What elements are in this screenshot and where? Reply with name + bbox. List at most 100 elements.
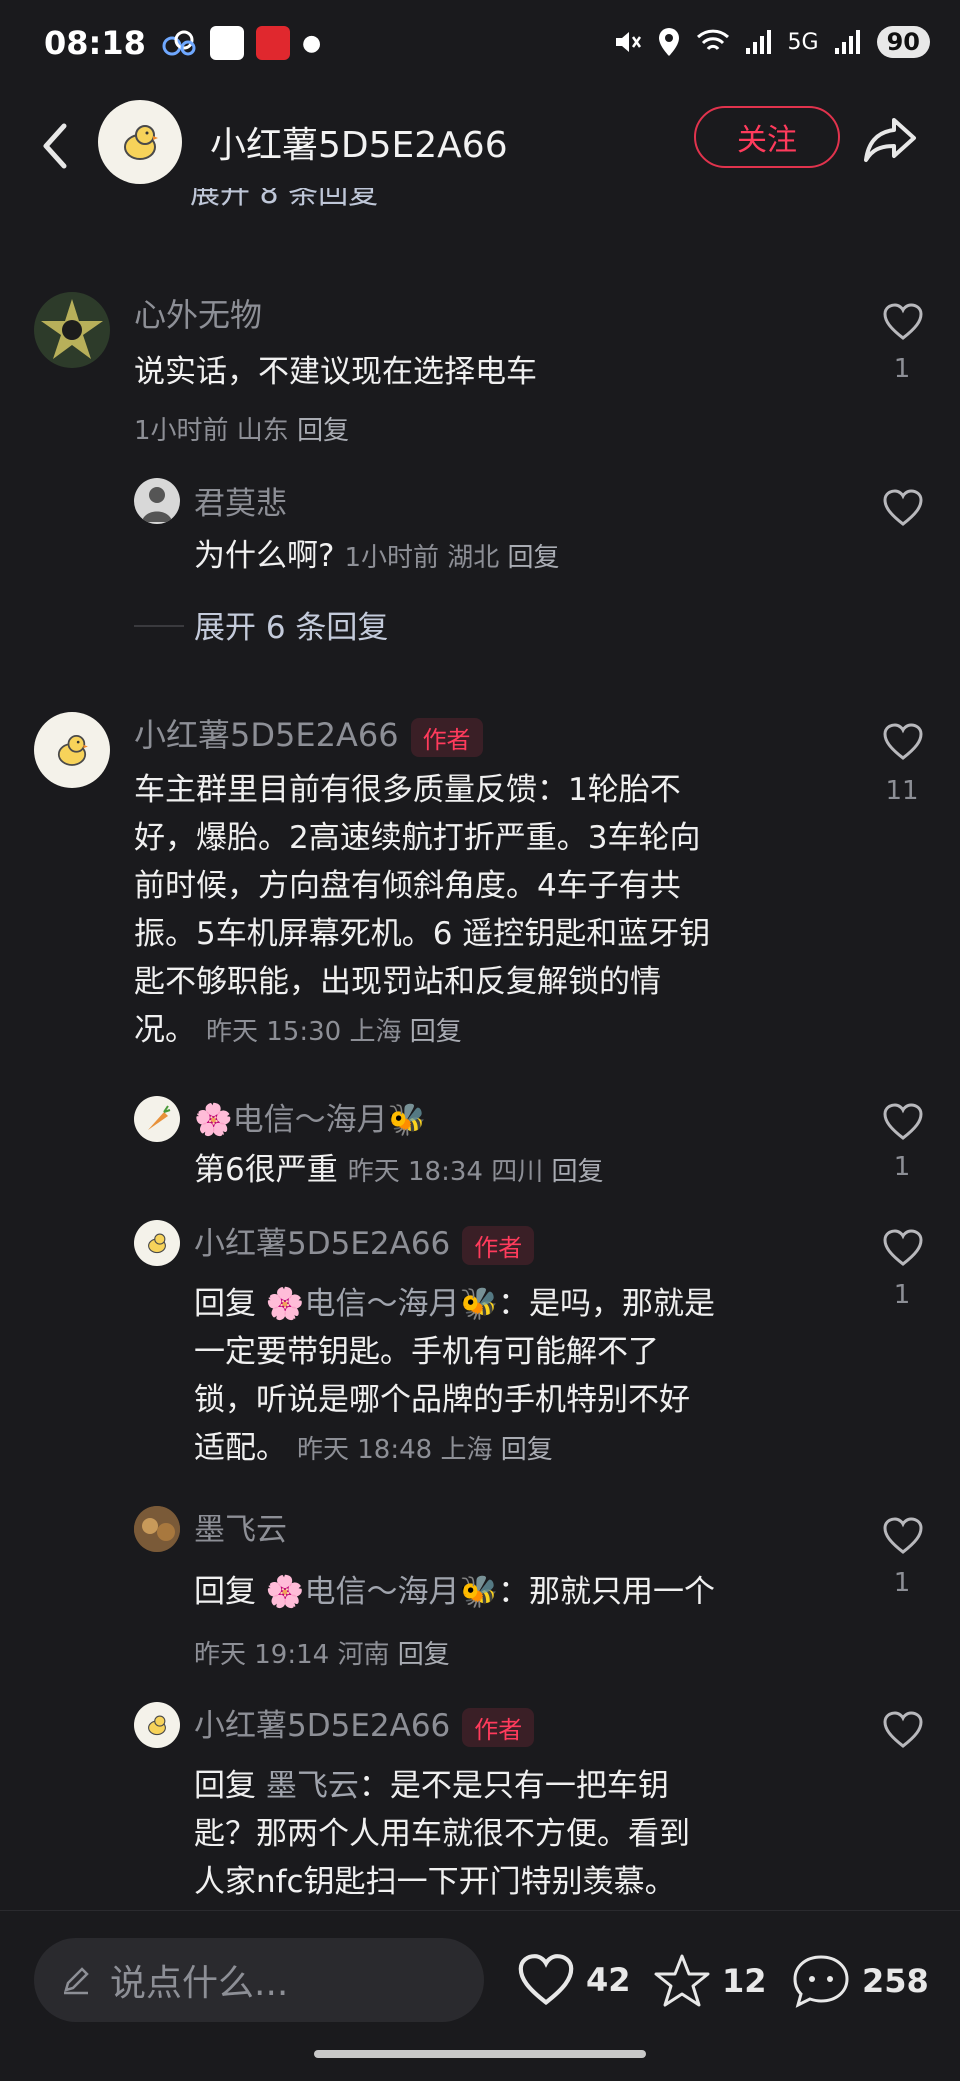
reply-content: 适配。	[194, 1430, 287, 1466]
replier-name[interactable]: 君莫悲	[194, 478, 287, 523]
commenter-name[interactable]: 心外无物	[134, 290, 262, 336]
carrot-avatar-icon	[148, 1105, 171, 1130]
mention-link[interactable]: 🌸电信～海月🐝	[266, 1286, 498, 1322]
like-count: 11	[885, 776, 919, 806]
pencil-icon	[64, 1967, 89, 1995]
comment-line: 况。	[134, 1012, 196, 1048]
reply-button[interactable]: 回复	[508, 543, 560, 573]
portrait-avatar-icon	[142, 487, 172, 522]
reply-text: 回复 🌸电信～海月🐝：是吗，那就是 一定要带钥匙。手机有可能解不了 锁，听说是哪…	[194, 1280, 854, 1474]
comment-meta: 1小时前 山东 回复	[134, 410, 349, 447]
reply-line: 锁，听说是哪个品牌的手机特别不好	[194, 1382, 690, 1418]
replier-name[interactable]: 小红薯5D5E2A66	[194, 1708, 450, 1744]
mention-link[interactable]: 🌸电信～海月🐝	[266, 1574, 498, 1610]
comment-line-last: 况。 昨天 15:30 上海 回复	[134, 1006, 854, 1056]
replier-name[interactable]: 小红薯5D5E2A66	[194, 1226, 450, 1262]
commenter-avatar[interactable]	[34, 292, 110, 368]
reply-line-last: 适配。 昨天 18:48 上海 回复	[194, 1424, 854, 1474]
chick-icon	[148, 1715, 166, 1736]
reply-text: 第6很严重 昨天 18:34 四川 回复	[194, 1146, 603, 1196]
wifi-icon	[696, 29, 729, 51]
reply-prefix: 回复	[194, 1768, 256, 1804]
reply-time-location: 昨天 18:48 上海	[297, 1435, 493, 1465]
reply-meta: 昨天 18:34 四川 回复	[348, 1157, 604, 1187]
signal-icon-2	[834, 30, 860, 54]
reply-line: 回复 墨飞云：是不是只有一把车钥	[194, 1762, 854, 1810]
like-post-button[interactable]: 42	[516, 1952, 631, 2008]
expand-divider	[134, 625, 184, 627]
heart-icon	[518, 1954, 574, 2006]
reply-button[interactable]: 回复	[501, 1435, 553, 1465]
like-count: 1	[893, 1280, 911, 1310]
commenter-name-row: 小红薯5D5E2A66 作者	[134, 710, 483, 757]
post-favorite-count: 12	[722, 1962, 767, 2000]
reply-line: 回复 🌸电信～海月🐝：是吗，那就是	[194, 1280, 854, 1328]
author-badge: 作者	[462, 1708, 535, 1747]
commenter-name[interactable]: 小红薯5D5E2A66	[134, 716, 399, 754]
signal-icon	[745, 30, 771, 54]
back-arrow-icon[interactable]	[30, 116, 80, 176]
follow-button[interactable]: 关注	[694, 106, 840, 168]
reply-prefix: 回复	[194, 1286, 256, 1322]
like-heart-icon[interactable]	[882, 488, 924, 528]
more-notifications-icon: ●	[302, 30, 322, 56]
author-avatar[interactable]	[98, 100, 182, 184]
like-heart-icon[interactable]	[882, 1710, 924, 1750]
reply-content: 第6很严重	[194, 1152, 338, 1188]
comment-post-button[interactable]: 258	[790, 1952, 929, 2010]
reply-button[interactable]: 回复	[410, 1017, 462, 1047]
comment-line: 振。5车机屏幕死机。6 遥控钥匙和蓝牙钥	[134, 916, 711, 952]
replier-name[interactable]: 墨飞云	[194, 1504, 287, 1549]
chick-icon	[124, 125, 158, 160]
mute-icon	[615, 32, 641, 52]
commenter-avatar[interactable]	[34, 712, 110, 788]
like-count: 1	[893, 1568, 911, 1598]
reply-button[interactable]: 回复	[398, 1640, 450, 1670]
reply-button[interactable]: 回复	[551, 1157, 603, 1187]
like-heart-icon[interactable]	[882, 1516, 924, 1556]
post-like-count: 42	[586, 1961, 631, 1999]
replier-avatar[interactable]	[134, 1702, 180, 1748]
author-name[interactable]: 小红薯5D5E2A66	[210, 116, 508, 168]
comment-time-location: 1小时前 山东	[134, 416, 289, 446]
like-heart-icon[interactable]	[882, 1102, 924, 1142]
like-heart-icon[interactable]	[882, 302, 924, 342]
replier-avatar[interactable]	[134, 1506, 180, 1552]
reply-content: ：那就只用一个	[498, 1574, 716, 1610]
post-comment-count: 258	[862, 1962, 929, 2000]
author-badge: 作者	[462, 1226, 535, 1265]
header: 小红薯5D5E2A66 关注	[0, 92, 960, 202]
share-icon[interactable]	[860, 112, 920, 168]
chick-icon	[57, 735, 88, 766]
like-heart-icon[interactable]	[882, 1228, 924, 1268]
collapsed-expand-link[interactable]: 展开 8 条回复	[190, 188, 378, 212]
replier-name[interactable]: 🌸电信～海月🐝	[194, 1094, 426, 1139]
reply-text: 回复 墨飞云：是不是只有一把车钥 匙？那两个人用车就很不方便。看到 人家nfc钥…	[194, 1762, 854, 1906]
replier-avatar[interactable]	[134, 478, 180, 524]
comment-input[interactable]: 说点什么...	[34, 1938, 484, 2022]
comment-line: 好，爆胎。2高速续航打折严重。3车轮向	[134, 820, 701, 856]
reply-prefix: 回复	[194, 1574, 256, 1610]
photo-avatar-icon	[134, 1506, 180, 1552]
reply-content: ：是不是只有一把车钥	[358, 1768, 669, 1804]
app-notification-icon	[162, 30, 196, 56]
like-heart-icon[interactable]	[882, 722, 924, 762]
expand-replies-link[interactable]: 展开 6 条回复	[194, 602, 388, 647]
favorite-post-button[interactable]: 12	[652, 1952, 767, 2010]
like-count: 1	[893, 354, 911, 384]
reply-text: 回复 🌸电信～海月🐝：那就只用一个	[194, 1568, 854, 1616]
reply-meta: 昨天 18:48 上海 回复	[297, 1435, 553, 1465]
star-avatar-icon	[41, 299, 103, 359]
replier-avatar[interactable]	[134, 1096, 180, 1142]
star-icon	[654, 1954, 710, 2007]
mention-link[interactable]: 墨飞云	[266, 1768, 359, 1804]
author-badge: 作者	[410, 717, 483, 757]
reply-line: 回复 🌸电信～海月🐝：那就只用一个	[194, 1568, 854, 1616]
reply-meta: 1小时前 湖北 回复	[344, 543, 559, 573]
home-indicator[interactable]	[314, 2050, 646, 2058]
map-app-icon	[210, 26, 244, 60]
status-bar: 08:18 ● 5G 90	[0, 0, 960, 92]
replier-avatar[interactable]	[134, 1220, 180, 1266]
system-status: 5G 90	[612, 26, 930, 58]
reply-button[interactable]: 回复	[297, 416, 349, 446]
